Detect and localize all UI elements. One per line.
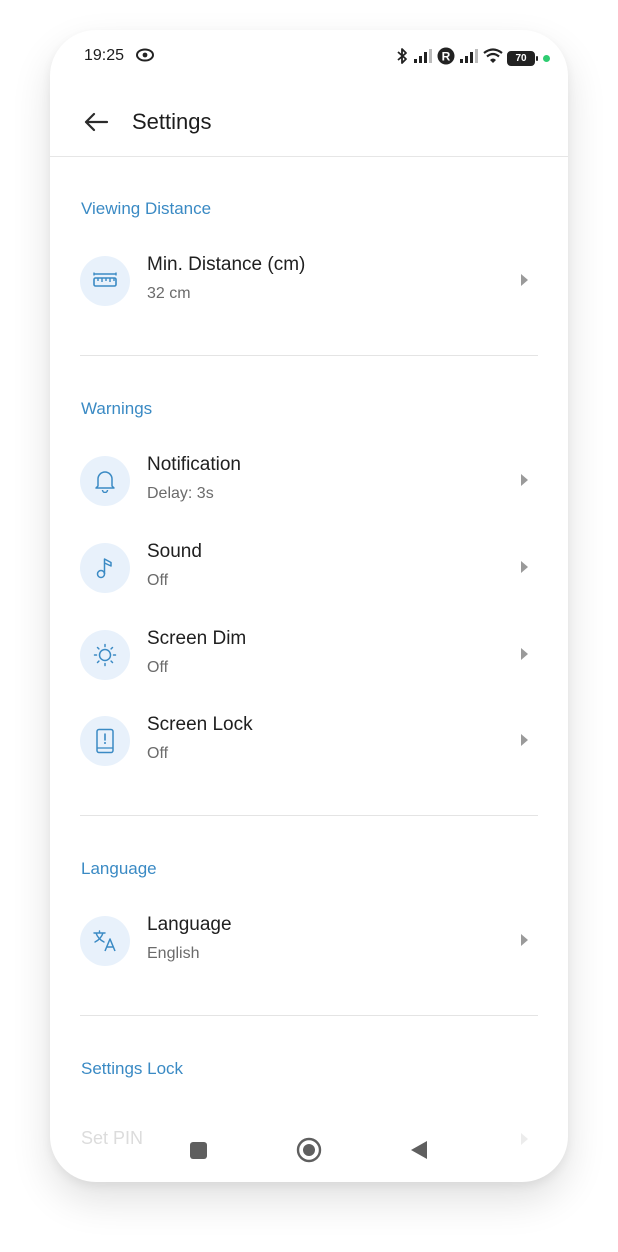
bell-icon [80, 456, 130, 506]
setting-sound[interactable]: Sound Off [50, 528, 568, 608]
setting-language[interactable]: Language English [50, 901, 568, 981]
bluetooth-icon [395, 47, 409, 70]
signal-icon-2 [459, 48, 479, 69]
setting-value: Delay: 3s [147, 485, 214, 502]
setting-value: Off [147, 745, 169, 762]
setting-notification[interactable]: Notification Delay: 3s [50, 441, 568, 521]
setting-title: Screen Lock [147, 714, 253, 735]
chevron-right-icon [521, 734, 528, 746]
status-time: 19:25 [84, 47, 125, 64]
triangle-back-icon [411, 1141, 427, 1159]
chevron-right-icon [521, 474, 528, 486]
divider [80, 1015, 538, 1016]
svg-text:R: R [442, 50, 451, 64]
setting-title: Min. Distance (cm) [147, 254, 306, 275]
section-title-language: Language [81, 859, 157, 878]
signal-icon [413, 48, 433, 69]
setting-title: Language [147, 914, 232, 935]
home-circle-icon [296, 1137, 322, 1163]
chevron-right-icon [521, 274, 528, 286]
section-title-settings-lock: Settings Lock [81, 1059, 184, 1078]
translate-icon [80, 916, 130, 966]
battery-level: 70 [515, 53, 527, 64]
setting-value: 32 cm [147, 285, 191, 302]
chevron-right-icon [521, 648, 528, 660]
section-title-warnings: Warnings [81, 399, 153, 418]
brightness-icon [80, 630, 130, 680]
recents-button[interactable] [180, 1132, 216, 1168]
eye-icon [136, 48, 154, 67]
phone-frame: 19:25 R 70 Settings Viewing Distance Min… [50, 30, 568, 1182]
wifi-icon [483, 48, 503, 69]
page-title: Settings [132, 109, 212, 134]
navigation-bar [50, 1120, 568, 1182]
privacy-indicator-dot [543, 55, 550, 62]
setting-value: Off [147, 572, 169, 589]
divider [80, 815, 538, 816]
square-icon [189, 1141, 207, 1159]
app-bar: Settings [50, 86, 568, 157]
back-arrow-button[interactable] [80, 106, 112, 138]
status-bar: 19:25 R 70 [50, 30, 568, 86]
chevron-right-icon [521, 934, 528, 946]
phone-lock-icon [80, 716, 130, 766]
chevron-right-icon [521, 561, 528, 573]
battery-icon: 70 [507, 51, 538, 66]
nav-back-button[interactable] [401, 1132, 437, 1168]
setting-min-distance[interactable]: Min. Distance (cm) 32 cm [50, 241, 568, 321]
divider [80, 355, 538, 356]
setting-screen-dim[interactable]: Screen Dim Off [50, 615, 568, 695]
setting-value: Off [147, 659, 169, 676]
home-button[interactable] [291, 1132, 327, 1168]
music-note-icon [80, 543, 130, 593]
ruler-icon [80, 256, 130, 306]
setting-title: Notification [147, 454, 241, 475]
setting-screen-lock[interactable]: Screen Lock Off [50, 701, 568, 781]
setting-title: Sound [147, 541, 202, 562]
section-title-viewing-distance: Viewing Distance [81, 199, 212, 218]
status-icons: R 70 [395, 47, 550, 70]
setting-title: Screen Dim [147, 628, 247, 649]
arrow-left-icon [84, 112, 109, 132]
setting-value: English [147, 945, 200, 962]
roaming-icon: R [437, 47, 455, 70]
